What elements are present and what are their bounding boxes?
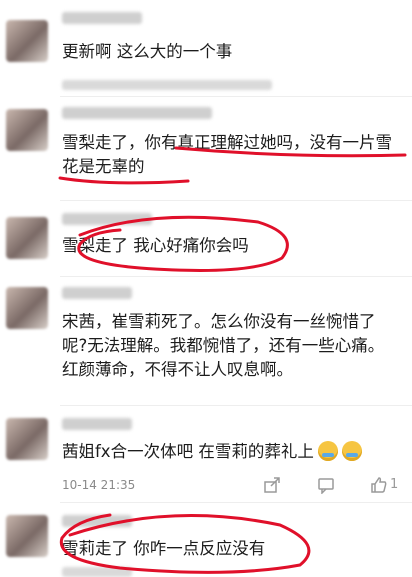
comment-4: 宋茜，崔雪莉死了。怎么你没有一丝惋惜了呢?无法理解。我都惋惜了，还有一些心痛。红…: [0, 277, 412, 402]
username-blurred[interactable]: [62, 213, 152, 225]
crying-emoji-icon: [317, 441, 338, 461]
comment-text: 更新啊 这么大的一个事: [62, 42, 233, 61]
crying-emoji-icon: [341, 441, 362, 461]
avatar[interactable]: [6, 20, 48, 62]
avatar[interactable]: [6, 287, 48, 329]
share-icon[interactable]: [262, 476, 282, 494]
like-icon: [371, 477, 387, 493]
comment-text-content: 茜姐fx合一次体吧 在雪莉的葬礼上: [62, 442, 314, 461]
username-blurred[interactable]: [62, 287, 132, 299]
comment-6: 雪莉走了 你咋一点反应没有: [0, 503, 412, 577]
comment-text: 雪梨走了，你有真正理解过她吗，没有一片雪花是无辜的: [62, 133, 392, 176]
comment-text: 雪莉走了 你咋一点反应没有: [62, 539, 266, 558]
comment-1: 更新啊 这么大的一个事: [0, 0, 412, 90]
username-blurred[interactable]: [62, 12, 142, 24]
comment-5: 茜姐fx合一次体吧 在雪莉的葬礼上 10-14 21:35 1: [0, 406, 412, 501]
comment-actions: 1: [262, 476, 404, 495]
comment-text: 雪梨走了 我心好痛你会吗: [62, 236, 249, 255]
comment-time: 10-14 21:35: [62, 478, 136, 492]
username-blurred[interactable]: [62, 107, 212, 119]
avatar[interactable]: [6, 515, 48, 557]
reply-preview-blurred[interactable]: [62, 80, 272, 90]
comment-icon[interactable]: [316, 476, 336, 495]
username-blurred[interactable]: [62, 418, 132, 430]
comment-text: 茜姐fx合一次体吧 在雪莉的葬礼上: [62, 440, 392, 464]
comment-text: 宋茜，崔雪莉死了。怎么你没有一丝惋惜了呢?无法理解。我都惋惜了，还有一些心痛。红…: [62, 312, 385, 379]
avatar[interactable]: [6, 109, 48, 151]
comment-3: 雪梨走了 我心好痛你会吗: [0, 201, 412, 276]
avatar[interactable]: [6, 217, 48, 259]
avatar[interactable]: [6, 418, 48, 460]
like-count: 1: [390, 477, 399, 492]
like-button[interactable]: 1: [370, 476, 404, 494]
comment-2: 雪梨走了，你有真正理解过她吗，没有一片雪花是无辜的: [0, 97, 412, 197]
username-blurred[interactable]: [62, 515, 132, 527]
